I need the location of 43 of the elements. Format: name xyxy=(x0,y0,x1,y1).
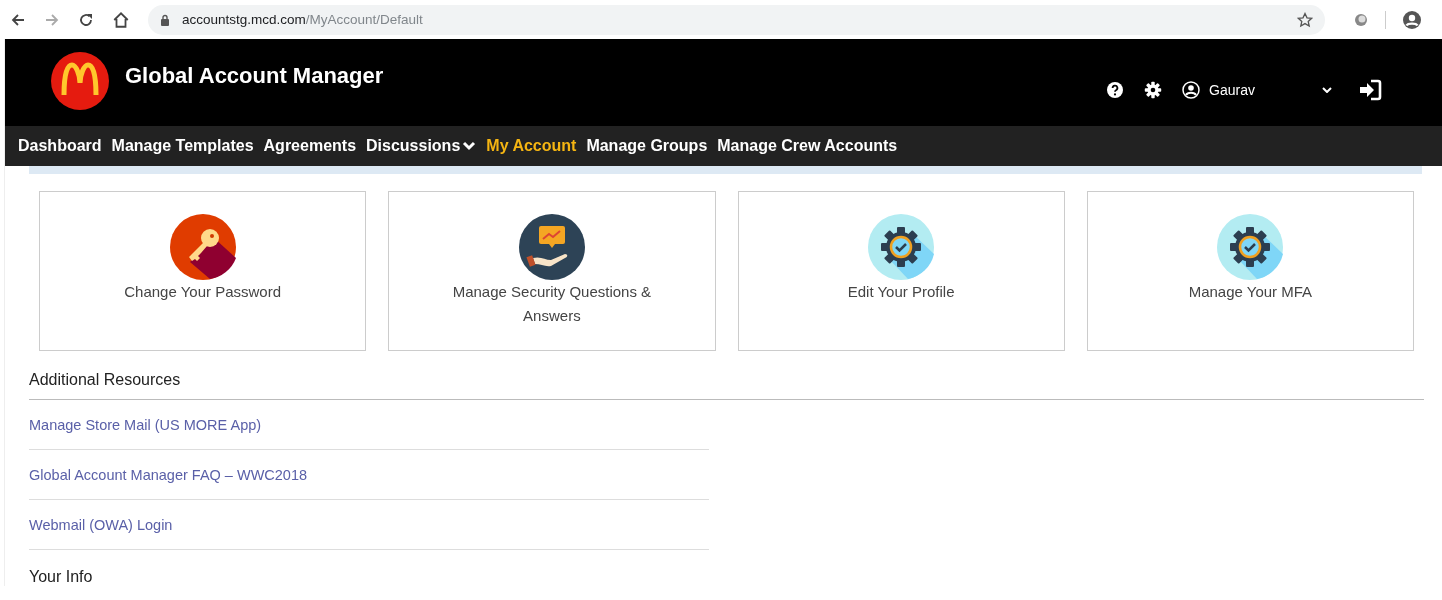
star-icon[interactable] xyxy=(1297,11,1313,28)
back-icon[interactable] xyxy=(10,11,26,28)
nav-item[interactable]: Discussions xyxy=(361,137,482,155)
account-card[interactable]: Manage Security Questions & Answers xyxy=(388,191,716,351)
gear-icon xyxy=(1217,214,1284,280)
section-heading: Additional Resources xyxy=(29,371,1424,400)
nav-item[interactable]: Agreements xyxy=(258,137,362,155)
card-label: Manage Your MFA xyxy=(1188,282,1313,302)
account-card[interactable]: Change Your Password xyxy=(39,191,367,351)
app-title: Global Account Manager xyxy=(125,63,384,89)
profile-icon[interactable] xyxy=(1402,9,1422,30)
nav-item[interactable]: Dashboard xyxy=(13,137,107,155)
nav-item[interactable]: Manage Groups xyxy=(581,137,713,155)
account-card[interactable]: Edit Your Profile xyxy=(737,191,1065,351)
lock-icon xyxy=(160,13,170,26)
user-icon xyxy=(1182,81,1201,99)
account-card[interactable]: Manage Your MFA xyxy=(1086,191,1414,351)
card-label: Change Your Password xyxy=(124,282,281,302)
section-heading: Your Info xyxy=(29,568,94,586)
url-host: accountstg.mcd.com xyxy=(182,12,306,27)
settings-icon[interactable] xyxy=(1144,81,1163,99)
key-icon xyxy=(169,214,236,280)
sign-out-icon[interactable] xyxy=(1358,79,1382,101)
resource-link[interactable]: Manage Store Mail (US MORE App) xyxy=(29,416,262,433)
nav-item[interactable]: My Account xyxy=(481,137,582,155)
nav-item[interactable]: Manage Crew Accounts xyxy=(712,137,903,155)
user-menu[interactable]: Gaurav xyxy=(1182,81,1338,99)
card-label: Manage Security Questions & Answers xyxy=(451,282,653,326)
url-path: /MyAccount/Default xyxy=(305,12,423,27)
resource-link[interactable]: Webmail (OWA) Login xyxy=(29,516,173,533)
chevron-icon xyxy=(1322,87,1332,93)
nav-item[interactable]: Manage Templates xyxy=(106,137,259,155)
card-label: Edit Your Profile xyxy=(847,282,955,302)
gear-icon xyxy=(868,214,935,280)
address-bar[interactable]: accountstg.mcd.com/MyAccount/Default xyxy=(148,4,1325,35)
reload-icon[interactable] xyxy=(78,11,94,28)
extension-icon[interactable] xyxy=(1353,11,1369,28)
hand-icon xyxy=(518,214,585,280)
chevron-icon xyxy=(462,141,477,151)
resource-link[interactable]: Global Account Manager FAQ – WWC2018 xyxy=(29,466,308,483)
logo[interactable] xyxy=(50,51,110,111)
home-icon[interactable] xyxy=(112,10,130,29)
help-icon[interactable] xyxy=(1106,81,1125,99)
